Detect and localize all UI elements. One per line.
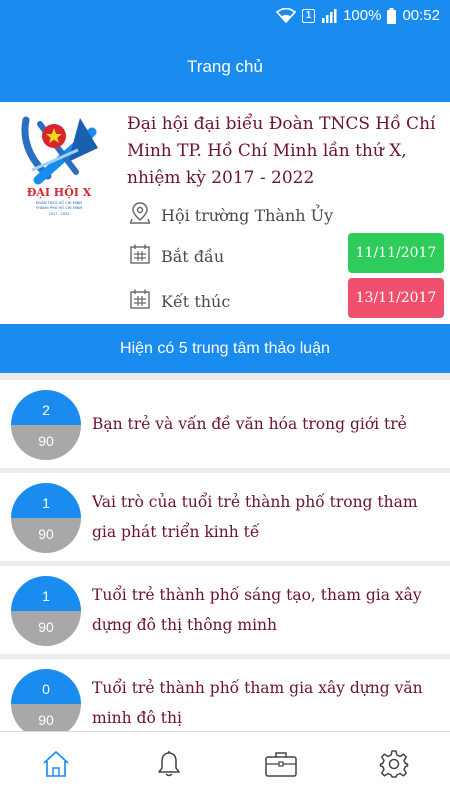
bottom-nav [0, 731, 450, 800]
topic-bottom-count: 90 [11, 425, 81, 460]
bell-icon [155, 750, 183, 783]
start-label: Bắt đầu [161, 246, 225, 266]
end-date-badge: 13/11/2017 [348, 278, 444, 318]
sim-badge: 1 [302, 8, 316, 23]
status-bar: 1 100% 00:52 [0, 0, 450, 31]
section-header: Hiện có 5 trung tâm thảo luận [0, 324, 450, 373]
topic-item[interactable]: 1 90 Vai trò của tuổi trẻ thành phố tron… [0, 473, 450, 561]
end-row: Kết thúc [130, 289, 230, 313]
topic-bottom-count: 90 [11, 518, 81, 553]
topic-title: Tuổi trẻ thành phố sáng tạo, tham gia xâ… [92, 586, 422, 634]
gear-icon [379, 749, 409, 784]
app-bar: Trang chủ [0, 31, 450, 102]
start-row: Bắt đầu [130, 244, 224, 268]
topic-bottom-count: 90 [11, 611, 81, 646]
clock: 00:52 [402, 7, 440, 24]
page-title: Trang chủ [187, 56, 263, 76]
briefcase-icon [265, 751, 297, 782]
location-pin-icon [129, 202, 151, 228]
topic-top-count: 0 [11, 669, 81, 704]
location-text: Hội trường Thành Ủy [161, 205, 334, 225]
topic-top-count: 1 [11, 576, 81, 611]
battery-icon [387, 7, 397, 24]
event-logo: ĐẠI HỘI X ĐOÀN TNCS HỒ CHÍ MINH THÀNH PH… [18, 110, 100, 218]
start-date-badge: 11/11/2017 [348, 233, 444, 273]
topic-count-circle: 2 90 [11, 390, 81, 460]
nav-briefcase[interactable] [225, 732, 338, 800]
logo-wordmark: ĐẠI HỘI X [27, 184, 92, 199]
home-icon [41, 750, 71, 783]
topic-item[interactable]: 1 90 Tuổi trẻ thành phố sáng tạo, tham g… [0, 566, 450, 654]
signal-icon [321, 8, 337, 23]
nav-notifications[interactable] [113, 732, 226, 800]
nav-home[interactable] [0, 732, 113, 800]
end-label: Kết thúc [161, 291, 231, 311]
topic-top-count: 2 [11, 390, 81, 425]
section-title: Hiện có 5 trung tâm thảo luận [120, 339, 330, 357]
topic-count-circle: 1 90 [11, 576, 81, 646]
svg-text:ĐOÀN TNCS HỒ CHÍ MINH: ĐOÀN TNCS HỒ CHÍ MINH [36, 200, 83, 205]
location-row: Hội trường Thành Ủy [129, 202, 334, 228]
topic-item[interactable]: 2 90 Bạn trẻ và vấn đề văn hóa trong giớ… [0, 380, 450, 468]
svg-text:THÀNH PHỐ HỒ CHÍ MINH: THÀNH PHỐ HỒ CHÍ MINH [35, 205, 83, 210]
event-title: Đại hội đại biểu Đoàn TNCS Hồ Chí Minh T… [127, 114, 436, 188]
topic-count-circle: 1 90 [11, 483, 81, 553]
wifi-icon [276, 8, 297, 23]
topic-title: Vai trò của tuổi trẻ thành phố trong tha… [92, 493, 418, 541]
topic-count-circle: 0 90 [11, 669, 81, 739]
battery-percent: 100% [343, 7, 382, 24]
svg-text:2017 - 2022: 2017 - 2022 [49, 212, 70, 216]
calendar-icon [130, 289, 150, 313]
nav-settings[interactable] [338, 732, 450, 800]
event-card[interactable]: ĐẠI HỘI X ĐOÀN TNCS HỒ CHÍ MINH THÀNH PH… [0, 102, 450, 324]
topic-top-count: 1 [11, 483, 81, 518]
calendar-icon [130, 244, 150, 268]
topic-title: Bạn trẻ và vấn đề văn hóa trong giới trẻ [92, 415, 407, 433]
